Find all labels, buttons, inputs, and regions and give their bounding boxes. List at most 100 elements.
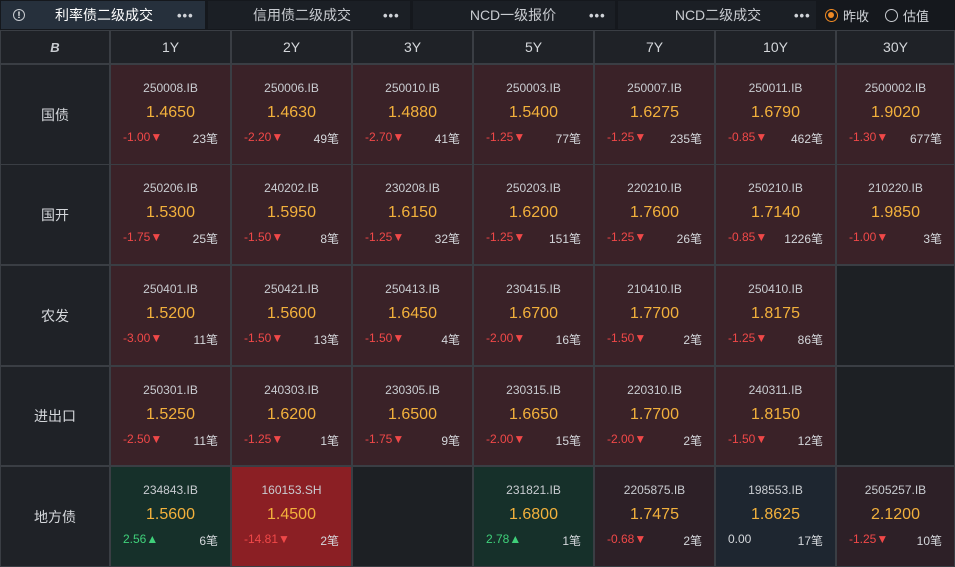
radio-unselected-icon[interactable] bbox=[885, 8, 898, 22]
tab-ncd-primary-quote[interactable]: NCD一级报价 ••• bbox=[413, 1, 615, 29]
yield-change: -1.25▼ bbox=[244, 432, 284, 446]
trade-count: 11笔 bbox=[193, 333, 218, 347]
quote-cell[interactable]: 250421.IB 1.5600 -1.50▼ 13笔 bbox=[232, 266, 351, 365]
bond-yield: 1.8175 bbox=[751, 305, 800, 322]
quote-cell[interactable]: 160153.SH 1.4500 -14.81▼ 2笔 bbox=[232, 467, 351, 566]
column-header-10y[interactable]: 10Y bbox=[716, 31, 835, 63]
radio-valuation[interactable]: 估值 bbox=[885, 5, 929, 25]
trade-count: 8笔 bbox=[320, 232, 339, 246]
quote-cell[interactable]: 220210.IB 1.7600 -1.25▼ 26笔 bbox=[595, 165, 714, 264]
yield-change: -0.68▼ bbox=[607, 532, 647, 546]
quote-cell[interactable]: 220310.IB 1.7700 -2.00▼ 2笔 bbox=[595, 367, 714, 465]
quote-cell[interactable]: 210410.IB 1.7700 -1.50▼ 2笔 bbox=[595, 266, 714, 365]
tab-ncd-secondary[interactable]: NCD二级成交 ••• bbox=[618, 1, 816, 29]
more-icon[interactable]: ••• bbox=[383, 8, 400, 23]
trade-count: 77笔 bbox=[555, 132, 581, 146]
more-icon[interactable]: ••• bbox=[177, 8, 194, 23]
quote-cell[interactable]: 230415.IB 1.6700 -2.00▼ 16笔 bbox=[474, 266, 593, 365]
yield-change: -3.00▼ bbox=[123, 331, 163, 345]
quote-cell[interactable]: 210220.IB 1.9850 -1.00▼ 3笔 bbox=[837, 165, 954, 264]
bond-code: 234843.IB bbox=[143, 483, 198, 497]
quote-cell[interactable]: 240303.IB 1.6200 -1.25▼ 1笔 bbox=[232, 367, 351, 465]
column-header-30y[interactable]: 30Y bbox=[837, 31, 954, 63]
yield-change: -2.50▼ bbox=[123, 432, 163, 446]
quote-cell[interactable]: 2500002.IB 1.9020 -1.30▼ 677笔 bbox=[837, 65, 954, 164]
quote-cell[interactable]: 234843.IB 1.5600 2.56▲ 6笔 bbox=[111, 467, 230, 566]
quote-cell[interactable]: 250006.IB 1.4630 -2.20▼ 49笔 bbox=[232, 65, 351, 164]
quote-cell[interactable]: 250011.IB 1.6790 -0.85▼ 462笔 bbox=[716, 65, 835, 164]
trade-count: 16笔 bbox=[555, 333, 581, 347]
yield-change: -1.50▼ bbox=[244, 331, 284, 345]
trade-count: 10笔 bbox=[916, 534, 942, 548]
quote-cell[interactable]: 240311.IB 1.8150 -1.50▼ 12笔 bbox=[716, 367, 835, 465]
bond-yield: 1.6500 bbox=[388, 406, 437, 423]
tab-credit-bond-secondary[interactable]: 信用债二级成交 ••• bbox=[208, 1, 410, 29]
quote-cell[interactable]: 2205875.IB 1.7475 -0.68▼ 2笔 bbox=[595, 467, 714, 566]
bond-code: 230305.IB bbox=[385, 383, 440, 397]
quote-cell[interactable]: 2505257.IB 2.1200 -1.25▼ 10笔 bbox=[837, 467, 954, 566]
quote-cell[interactable]: 250203.IB 1.6200 -1.25▼ 151笔 bbox=[474, 165, 593, 264]
bond-yield: 1.5300 bbox=[146, 204, 195, 221]
column-header-5y[interactable]: 5Y bbox=[474, 31, 593, 63]
more-icon[interactable]: ••• bbox=[589, 8, 606, 23]
quote-cell[interactable]: 250206.IB 1.5300 -1.75▼ 25笔 bbox=[111, 165, 230, 264]
yield-change: -1.50▼ bbox=[607, 331, 647, 345]
quote-cell[interactable]: 198553.IB 1.8625 0.00 17笔 bbox=[716, 467, 835, 566]
bond-code: 250011.IB bbox=[748, 81, 803, 95]
corner-header: B bbox=[1, 31, 109, 63]
column-header-3y[interactable]: 3Y bbox=[353, 31, 472, 63]
bond-code: 250413.IB bbox=[385, 282, 440, 296]
column-header-7y[interactable]: 7Y bbox=[595, 31, 714, 63]
bond-code: 250210.IB bbox=[748, 181, 803, 195]
yield-change: -1.25▼ bbox=[607, 230, 647, 244]
tab-rate-bond-secondary[interactable]: ! 利率债二级成交 ••• bbox=[1, 1, 205, 29]
more-icon[interactable]: ••• bbox=[794, 8, 811, 23]
bond-b-icon: B bbox=[50, 39, 60, 55]
bond-code: 230415.IB bbox=[506, 282, 561, 296]
bond-yield: 1.6450 bbox=[388, 305, 437, 322]
quote-cell[interactable]: 240202.IB 1.5950 -1.50▼ 8笔 bbox=[232, 165, 351, 264]
bond-yield: 2.1200 bbox=[871, 506, 920, 523]
quote-cell[interactable]: 250413.IB 1.6450 -1.50▼ 4笔 bbox=[353, 266, 472, 365]
info-icon[interactable]: ! bbox=[13, 9, 25, 21]
quote-cell[interactable]: 250401.IB 1.5200 -3.00▼ 11笔 bbox=[111, 266, 230, 365]
bond-yield: 1.6700 bbox=[509, 305, 558, 322]
quote-cell[interactable]: 250003.IB 1.5400 -1.25▼ 77笔 bbox=[474, 65, 593, 164]
yield-change: -1.25▼ bbox=[849, 532, 889, 546]
quote-cell[interactable]: 250301.IB 1.5250 -2.50▼ 11笔 bbox=[111, 367, 230, 465]
trade-count: 4笔 bbox=[441, 333, 460, 347]
bond-code: 198553.IB bbox=[748, 483, 803, 497]
bond-yield: 1.8625 bbox=[751, 506, 800, 523]
tab-bar: ! 利率债二级成交 ••• 信用债二级成交 ••• NCD一级报价 ••• NC… bbox=[0, 0, 955, 30]
trade-count: 235笔 bbox=[669, 132, 702, 146]
quote-cell[interactable]: 230305.IB 1.6500 -1.75▼ 9笔 bbox=[353, 367, 472, 465]
yield-change: 0.00 bbox=[728, 532, 752, 546]
bond-yield: 1.6200 bbox=[509, 204, 558, 221]
trade-count: 6笔 bbox=[199, 534, 218, 548]
quote-cell[interactable]: 231821.IB 1.6800 2.78▲ 1笔 bbox=[474, 467, 593, 566]
yield-change: -1.50▼ bbox=[728, 432, 768, 446]
bond-yield: 1.6790 bbox=[751, 104, 800, 121]
radio-yesterday-close[interactable]: 昨收 bbox=[825, 5, 869, 25]
column-header-1y[interactable]: 1Y bbox=[111, 31, 230, 63]
radio-selected-icon[interactable] bbox=[825, 8, 838, 22]
trade-count: 2笔 bbox=[320, 534, 339, 548]
trade-count: 15笔 bbox=[555, 434, 581, 448]
quote-cell[interactable]: 250010.IB 1.4880 -2.70▼ 41笔 bbox=[353, 65, 472, 164]
quote-cell[interactable]: 250008.IB 1.4650 -1.00▼ 23笔 bbox=[111, 65, 230, 164]
bond-yield: 1.7140 bbox=[751, 204, 800, 221]
yield-change: 2.78▲ bbox=[486, 532, 522, 546]
row-header: 进出口 bbox=[1, 367, 109, 465]
yield-change: -1.25▼ bbox=[728, 331, 768, 345]
bond-yield: 1.6150 bbox=[388, 204, 437, 221]
bond-yield: 1.6800 bbox=[509, 506, 558, 523]
yield-change: -2.00▼ bbox=[486, 331, 526, 345]
quote-cell[interactable]: 230315.IB 1.6650 -2.00▼ 15笔 bbox=[474, 367, 593, 465]
quote-cell[interactable]: 250210.IB 1.7140 -0.85▼ 1226笔 bbox=[716, 165, 835, 264]
row-header: 农发 bbox=[1, 266, 109, 365]
quote-cell[interactable]: 250007.IB 1.6275 -1.25▼ 235笔 bbox=[595, 65, 714, 164]
quote-cell[interactable]: 230208.IB 1.6150 -1.25▼ 32笔 bbox=[353, 165, 472, 264]
bond-yield: 1.5600 bbox=[146, 506, 195, 523]
column-header-2y[interactable]: 2Y bbox=[232, 31, 351, 63]
quote-cell[interactable]: 250410.IB 1.8175 -1.25▼ 86笔 bbox=[716, 266, 835, 365]
